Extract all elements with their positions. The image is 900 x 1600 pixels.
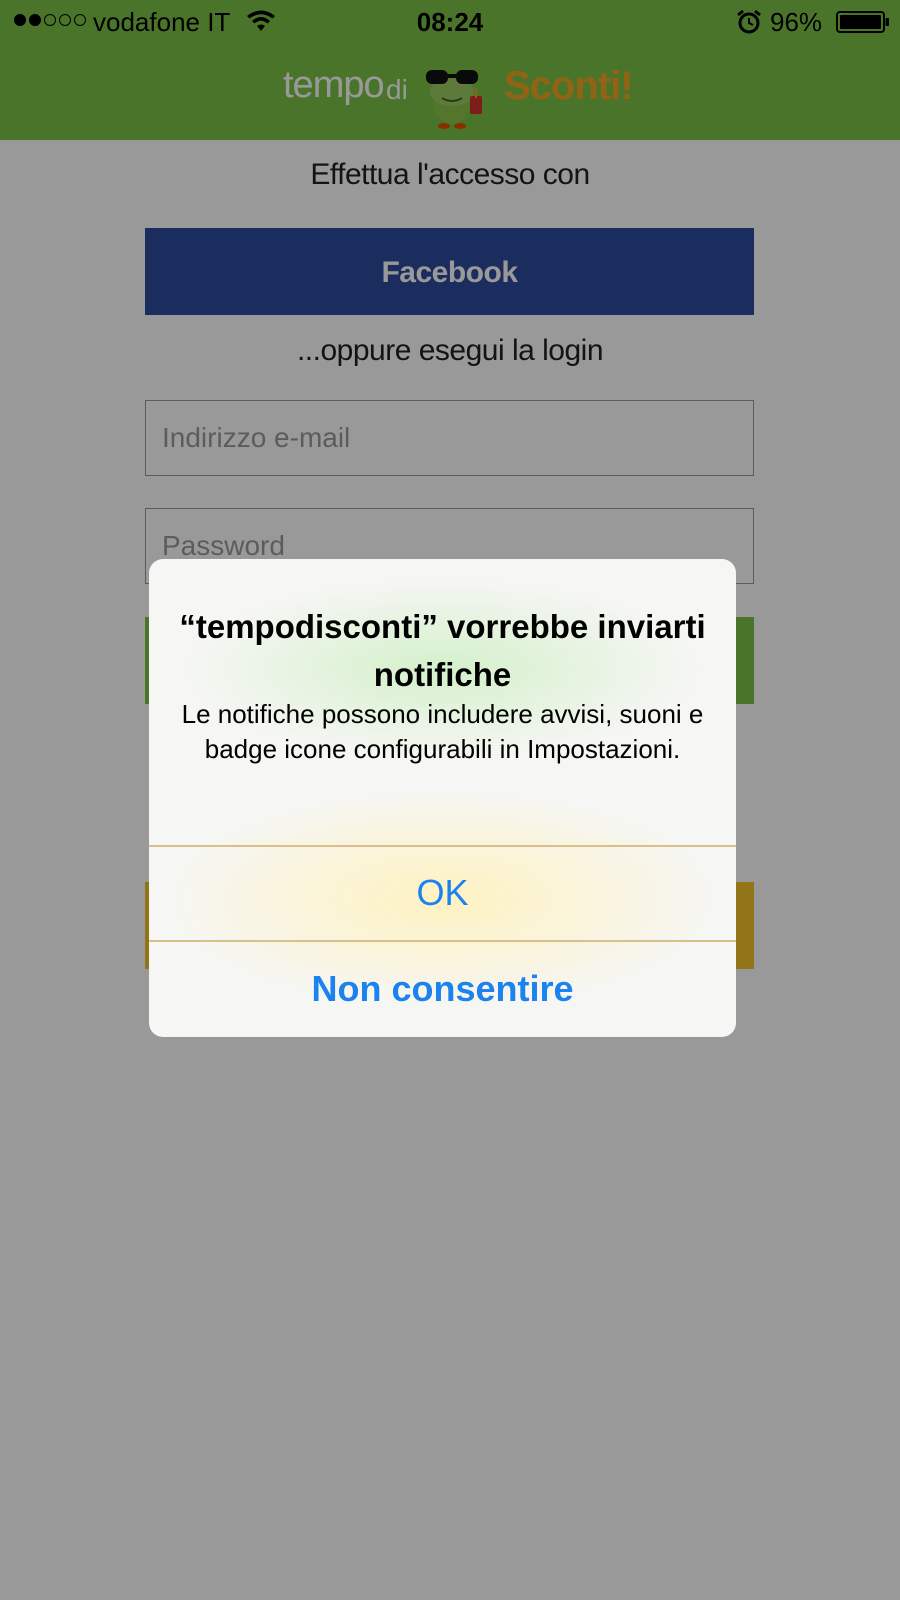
alert-deny-button[interactable]: Non consentire (149, 941, 736, 1037)
alert-title: “tempodisconti” vorrebbe inviarti notifi… (179, 608, 706, 693)
app-screen: vodafone IT 08:24 96% tempo di Sconti! E… (0, 0, 900, 1600)
alert-ok-button[interactable]: OK (149, 846, 736, 940)
alert-message: Le notifiche possono includere avvisi, s… (181, 699, 704, 764)
notification-permission-alert: “tempodisconti” vorrebbe inviarti notifi… (149, 559, 736, 1037)
